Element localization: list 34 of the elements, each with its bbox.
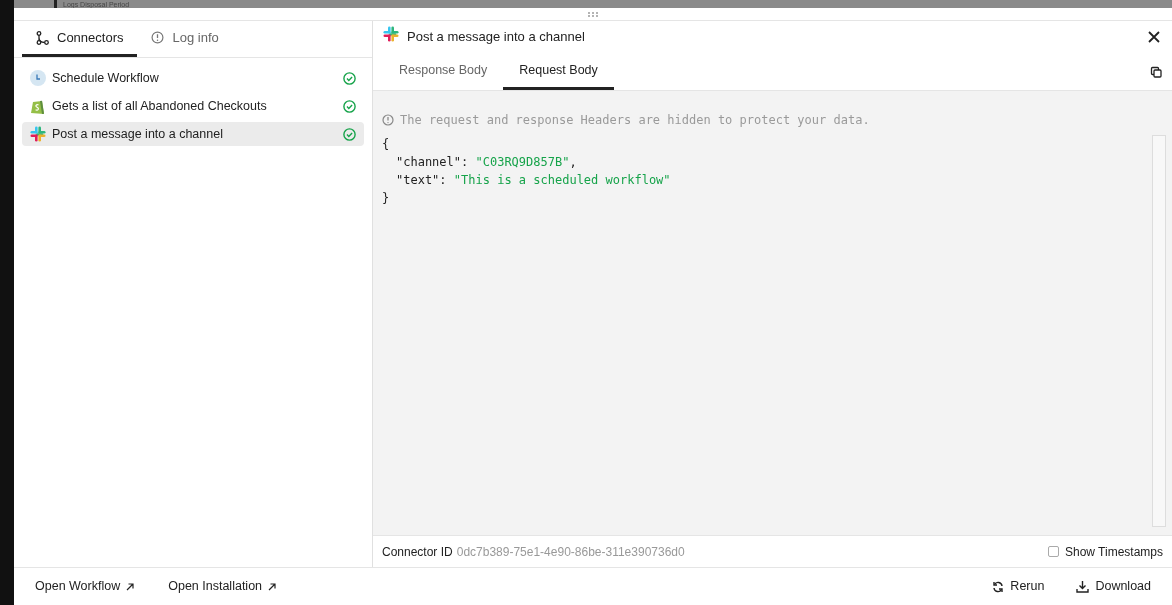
scrollbar[interactable] <box>1152 135 1166 527</box>
drag-handle-icon[interactable] <box>588 11 598 17</box>
show-timestamps-label: Show Timestamps <box>1064 543 1163 561</box>
tab[interactable]: Response Body <box>383 53 504 90</box>
copy-button[interactable] <box>1150 66 1162 78</box>
action-button[interactable]: Rerun <box>992 577 1045 596</box>
hash-logo-icon <box>383 26 399 42</box>
panel-title: Post a message into a channel <box>407 28 585 47</box>
hash-logo-icon <box>30 126 46 142</box>
download-icon <box>1076 580 1090 593</box>
connector-item[interactable]: Schedule Workflow <box>22 66 364 90</box>
connector-id-label: Connector ID <box>382 543 453 561</box>
refresh-icon <box>992 580 1005 593</box>
notice-text: The request and response Headers are hidden to protect your data. <box>400 112 870 129</box>
code-line: "text": "This is a scheduled workflow" <box>396 172 672 189</box>
close-button[interactable] <box>1146 29 1162 45</box>
connector-id: 0dc7b389-75e1-4e90-86be-311e390736d0 <box>456 543 685 561</box>
action-button[interactable]: Download <box>1076 577 1151 596</box>
tab[interactable]: Log info <box>137 21 233 57</box>
arrow-up-right-icon <box>268 582 277 591</box>
link[interactable]: Open Workflow <box>35 577 135 596</box>
info-icon <box>151 31 165 44</box>
code-line: "channel": "C03RQ9D857B", <box>396 154 578 171</box>
connector-item[interactable]: Gets a list of all Abandoned Checkouts <box>22 94 364 118</box>
tab[interactable]: Connectors <box>22 21 138 57</box>
checkbox[interactable] <box>1047 546 1059 557</box>
code-line: } <box>382 190 391 207</box>
connector-item[interactable]: Post a message into a channel <box>22 122 364 146</box>
info-icon <box>382 114 394 126</box>
branch-icon <box>36 30 49 45</box>
arrow-up-right-icon <box>126 582 135 591</box>
clock-icon <box>30 70 46 86</box>
code-line: { <box>382 136 391 153</box>
link[interactable]: Open Installation <box>168 577 277 596</box>
